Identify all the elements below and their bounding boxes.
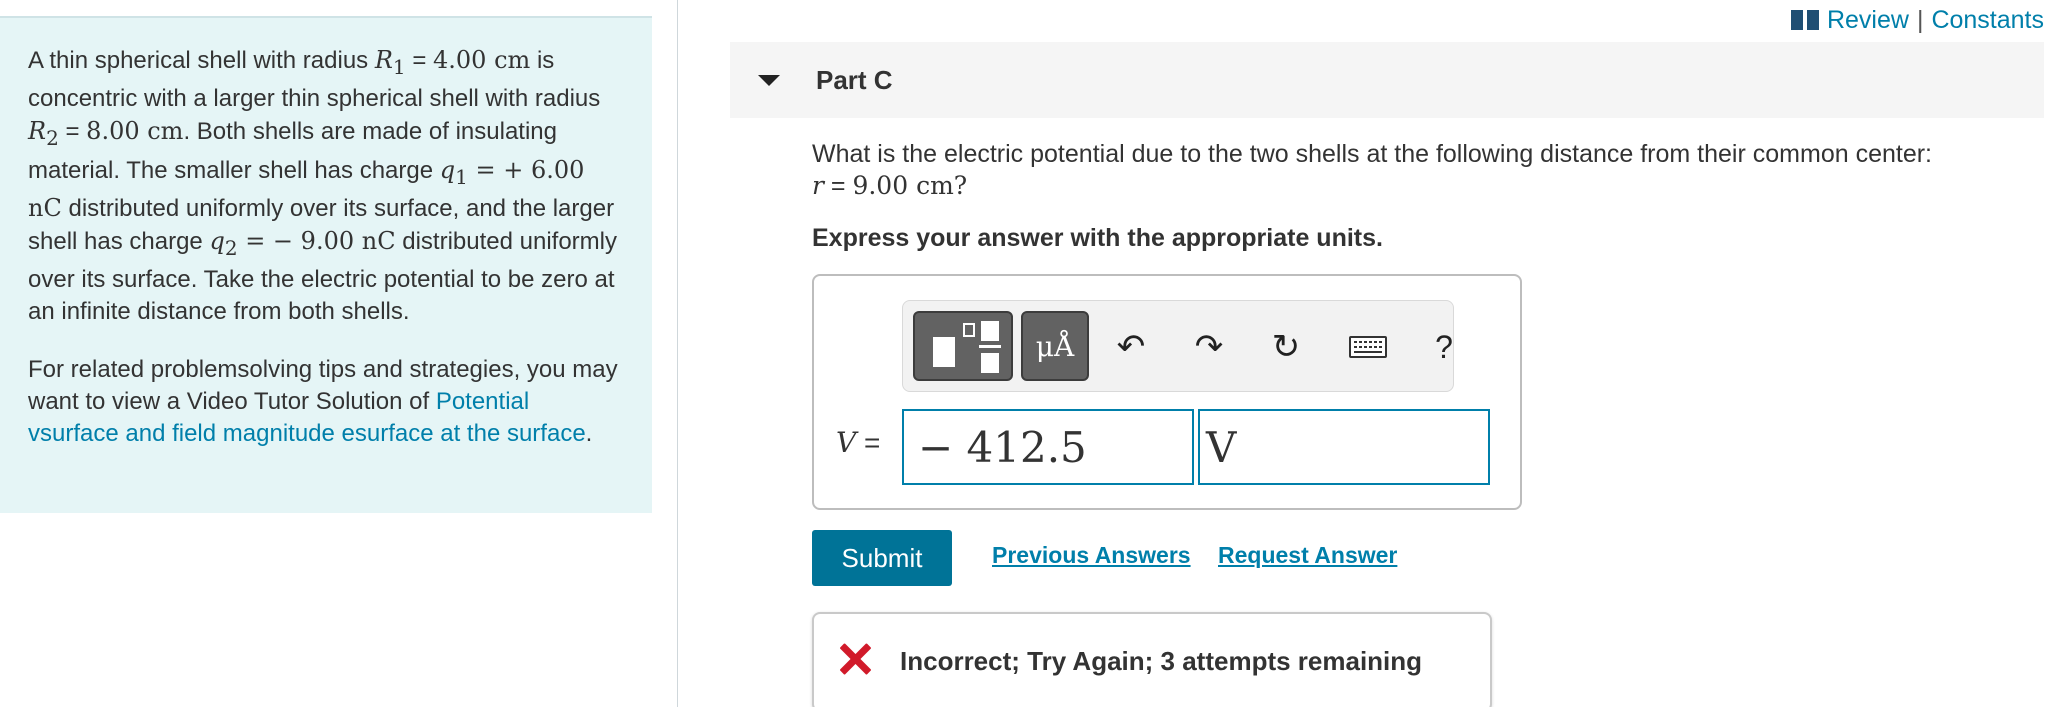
value-input[interactable]: − 412.5: [902, 409, 1194, 485]
fraction-bar-icon: [979, 345, 1001, 348]
question-text: What is the electric potential due to th…: [812, 140, 1932, 200]
part-title: Part C: [816, 64, 893, 95]
column-divider: [677, 0, 678, 707]
book-icon: [1790, 10, 1819, 30]
answer-instruction: Express your answer with the appropriate…: [812, 224, 1383, 252]
link-separator: |: [1916, 6, 1924, 34]
units-button[interactable]: μÅ: [1021, 311, 1089, 381]
tips-text: For related problemsolving tips and stra…: [28, 356, 618, 448]
answer-box: μÅ ↶ ↷ ↻ ? V = − 412.5 V: [812, 274, 1522, 510]
keyboard-icon[interactable]: [1340, 319, 1396, 375]
problem-panel: A thin spherical shell with radius R1 = …: [0, 16, 652, 513]
template-box-icon: [933, 337, 955, 367]
units-input[interactable]: V: [1198, 409, 1490, 485]
top-links: Review | Constants: [1790, 4, 2044, 36]
reset-icon[interactable]: ↻: [1258, 319, 1314, 375]
fraction-numerator-icon: [981, 321, 999, 341]
help-button[interactable]: ?: [1416, 319, 1472, 375]
feedback-text: Incorrect; Try Again; 3 attempts remaini…: [900, 646, 1423, 676]
collapse-caret-icon[interactable]: [758, 74, 780, 86]
request-answer-link[interactable]: Request Answer: [1218, 542, 1397, 569]
superscript-box-icon: [963, 323, 975, 337]
undo-icon[interactable]: ↶: [1103, 319, 1159, 375]
variable-label: V =: [836, 426, 881, 459]
math-toolbar: μÅ ↶ ↷ ↻ ?: [902, 300, 1454, 392]
templates-button[interactable]: [913, 311, 1013, 381]
fraction-denominator-icon: [981, 353, 999, 373]
review-link[interactable]: Review: [1827, 4, 1909, 36]
submit-button[interactable]: Submit: [812, 530, 952, 586]
part-header[interactable]: Part C: [730, 42, 2044, 118]
incorrect-x-icon: [840, 644, 870, 674]
redo-icon[interactable]: ↷: [1181, 319, 1237, 375]
constants-link[interactable]: Constants: [1931, 4, 2044, 36]
feedback-box: Incorrect; Try Again; 3 attempts remaini…: [812, 612, 1492, 707]
previous-answers-link[interactable]: Previous Answers: [992, 542, 1191, 569]
problem-statement: A thin spherical shell with radius R1 = …: [28, 46, 617, 326]
